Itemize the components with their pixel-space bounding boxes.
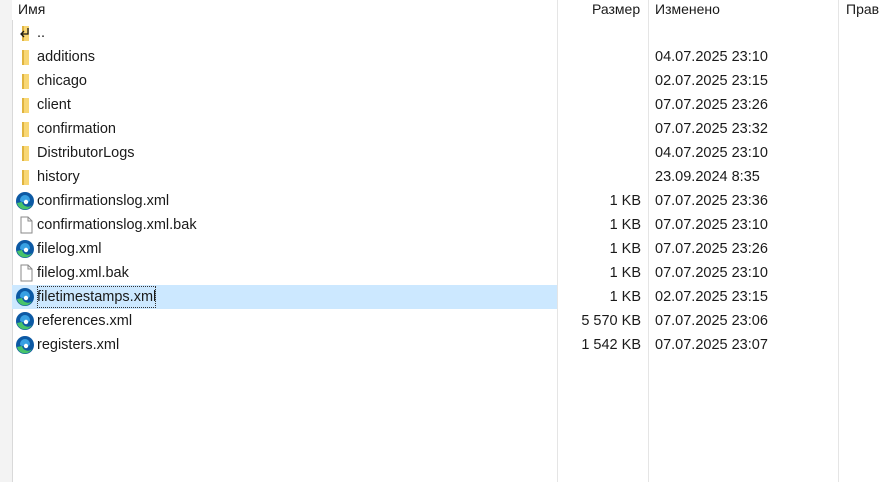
file-modified: 07.07.2025 23:10 — [655, 217, 768, 233]
file-row[interactable]: filelog.xml 1 KB 07.07.2025 23:26 — [12, 237, 879, 261]
file-name: registers.xml — [37, 337, 120, 353]
file-row[interactable]: references.xml 5 570 KB 07.07.2025 23:06 — [12, 309, 879, 333]
file-name-cell[interactable]: references.xml — [12, 309, 557, 333]
file-name: additions — [37, 49, 96, 65]
file-name: confirmation — [37, 121, 116, 137]
file-row[interactable]: history 23.09.2024 8:35 — [12, 165, 879, 189]
file-row[interactable]: confirmationslog.xml.bak 1 KB 07.07.2025 2… — [12, 213, 879, 237]
file-name-cell[interactable]: filelog.xml — [12, 237, 557, 261]
file-name-cell[interactable]: filetimestamps.xml — [12, 285, 557, 309]
file-name: confirmationslog.xml.bak — [37, 217, 197, 233]
file-row[interactable]: chicago 02.07.2025 23:15 — [12, 69, 879, 93]
file-name-cell[interactable]: history — [12, 165, 557, 189]
file-size: 1 KB — [609, 193, 641, 209]
folder-icon — [17, 120, 35, 138]
file-row[interactable]: registers.xml 1 542 KB 07.07.2025 23:07 — [12, 333, 879, 357]
file-row[interactable]: DistributorLogs 04.07.2025 23:10 — [12, 141, 879, 165]
file-name-cell[interactable]: confirmationslog.xml.bak — [12, 213, 557, 237]
column-header-rights[interactable]: Прав — [846, 0, 879, 20]
edge-xml-icon — [15, 335, 34, 354]
file-name: filelog.xml.bak — [37, 265, 129, 281]
column-header-modified[interactable]: Изменено — [655, 0, 720, 20]
file-modified: 07.07.2025 23:32 — [655, 121, 768, 137]
file-size: 1 KB — [609, 265, 641, 281]
file-row[interactable]: client 07.07.2025 23:26 — [12, 93, 879, 117]
file-name-cell[interactable]: chicago — [12, 69, 557, 93]
folder-icon — [17, 96, 35, 114]
file-name: filetimestamps.xml — [36, 285, 157, 309]
folder-icon — [17, 144, 35, 162]
file-modified: 07.07.2025 23:26 — [655, 97, 768, 113]
file-name-cell[interactable]: DistributorLogs — [12, 141, 557, 165]
file-modified: 02.07.2025 23:15 — [655, 73, 768, 89]
folder-icon — [17, 72, 35, 90]
file-name: client — [37, 97, 71, 113]
edge-xml-icon — [15, 311, 34, 330]
file-row[interactable]: filelog.xml.bak 1 KB 07.07.2025 23:10 — [12, 261, 879, 285]
file-modified: 07.07.2025 23:36 — [655, 193, 768, 209]
edge-xml-icon — [15, 191, 34, 210]
blank-file-icon — [17, 264, 35, 282]
file-row[interactable]: confirmationslog.xml 1 KB 07.07.2025 23:36 — [12, 189, 879, 213]
file-name-cell[interactable]: client — [12, 93, 557, 117]
file-size: 5 570 KB — [581, 313, 641, 329]
file-row[interactable]: additions 04.07.2025 23:10 — [12, 45, 879, 69]
edge-xml-icon — [15, 287, 34, 306]
column-header-size[interactable]: Размер — [592, 0, 640, 20]
file-modified: 07.07.2025 23:06 — [655, 313, 768, 329]
file-size: 1 KB — [609, 289, 641, 305]
file-name: filelog.xml — [37, 241, 102, 257]
file-name: DistributorLogs — [37, 145, 135, 161]
file-size: 1 KB — [609, 241, 641, 257]
file-name-cell[interactable]: filelog.xml.bak — [12, 261, 557, 285]
file-name-cell[interactable]: confirmationslog.xml — [12, 189, 557, 213]
file-name-cell[interactable]: additions — [12, 45, 557, 69]
file-name: .. — [37, 25, 46, 41]
file-size: 1 KB — [609, 217, 641, 233]
file-row[interactable]: confirmation 07.07.2025 23:32 — [12, 117, 879, 141]
file-name-cell[interactable]: confirmation — [12, 117, 557, 141]
file-size: 1 542 KB — [581, 337, 641, 353]
folder-icon — [17, 48, 35, 66]
file-row[interactable]: filetimestamps.xml 1 KB 02.07.2025 23:15 — [12, 285, 879, 309]
file-name: confirmationslog.xml — [37, 193, 170, 209]
file-modified: 04.07.2025 23:10 — [655, 145, 768, 161]
file-modified: 07.07.2025 23:26 — [655, 241, 768, 257]
file-name: references.xml — [37, 313, 133, 329]
file-modified: 02.07.2025 23:15 — [655, 289, 768, 305]
blank-file-icon — [17, 216, 35, 234]
file-name-cell[interactable]: registers.xml — [12, 333, 557, 357]
folder-icon — [17, 168, 35, 186]
file-modified: 07.07.2025 23:07 — [655, 337, 768, 353]
column-header-name[interactable]: Имя — [18, 0, 45, 20]
column-header: Имя Размер Изменено Прав — [12, 0, 879, 20]
file-name-cell[interactable]: .. — [12, 21, 557, 45]
file-modified: 23.09.2024 8:35 — [655, 169, 760, 185]
file-row[interactable]: .. — [12, 21, 879, 45]
parent-folder-icon — [17, 24, 35, 42]
edge-xml-icon — [15, 239, 34, 258]
file-modified: 04.07.2025 23:10 — [655, 49, 768, 65]
file-name: chicago — [37, 73, 87, 89]
file-name: history — [37, 169, 80, 185]
file-modified: 07.07.2025 23:10 — [655, 265, 768, 281]
